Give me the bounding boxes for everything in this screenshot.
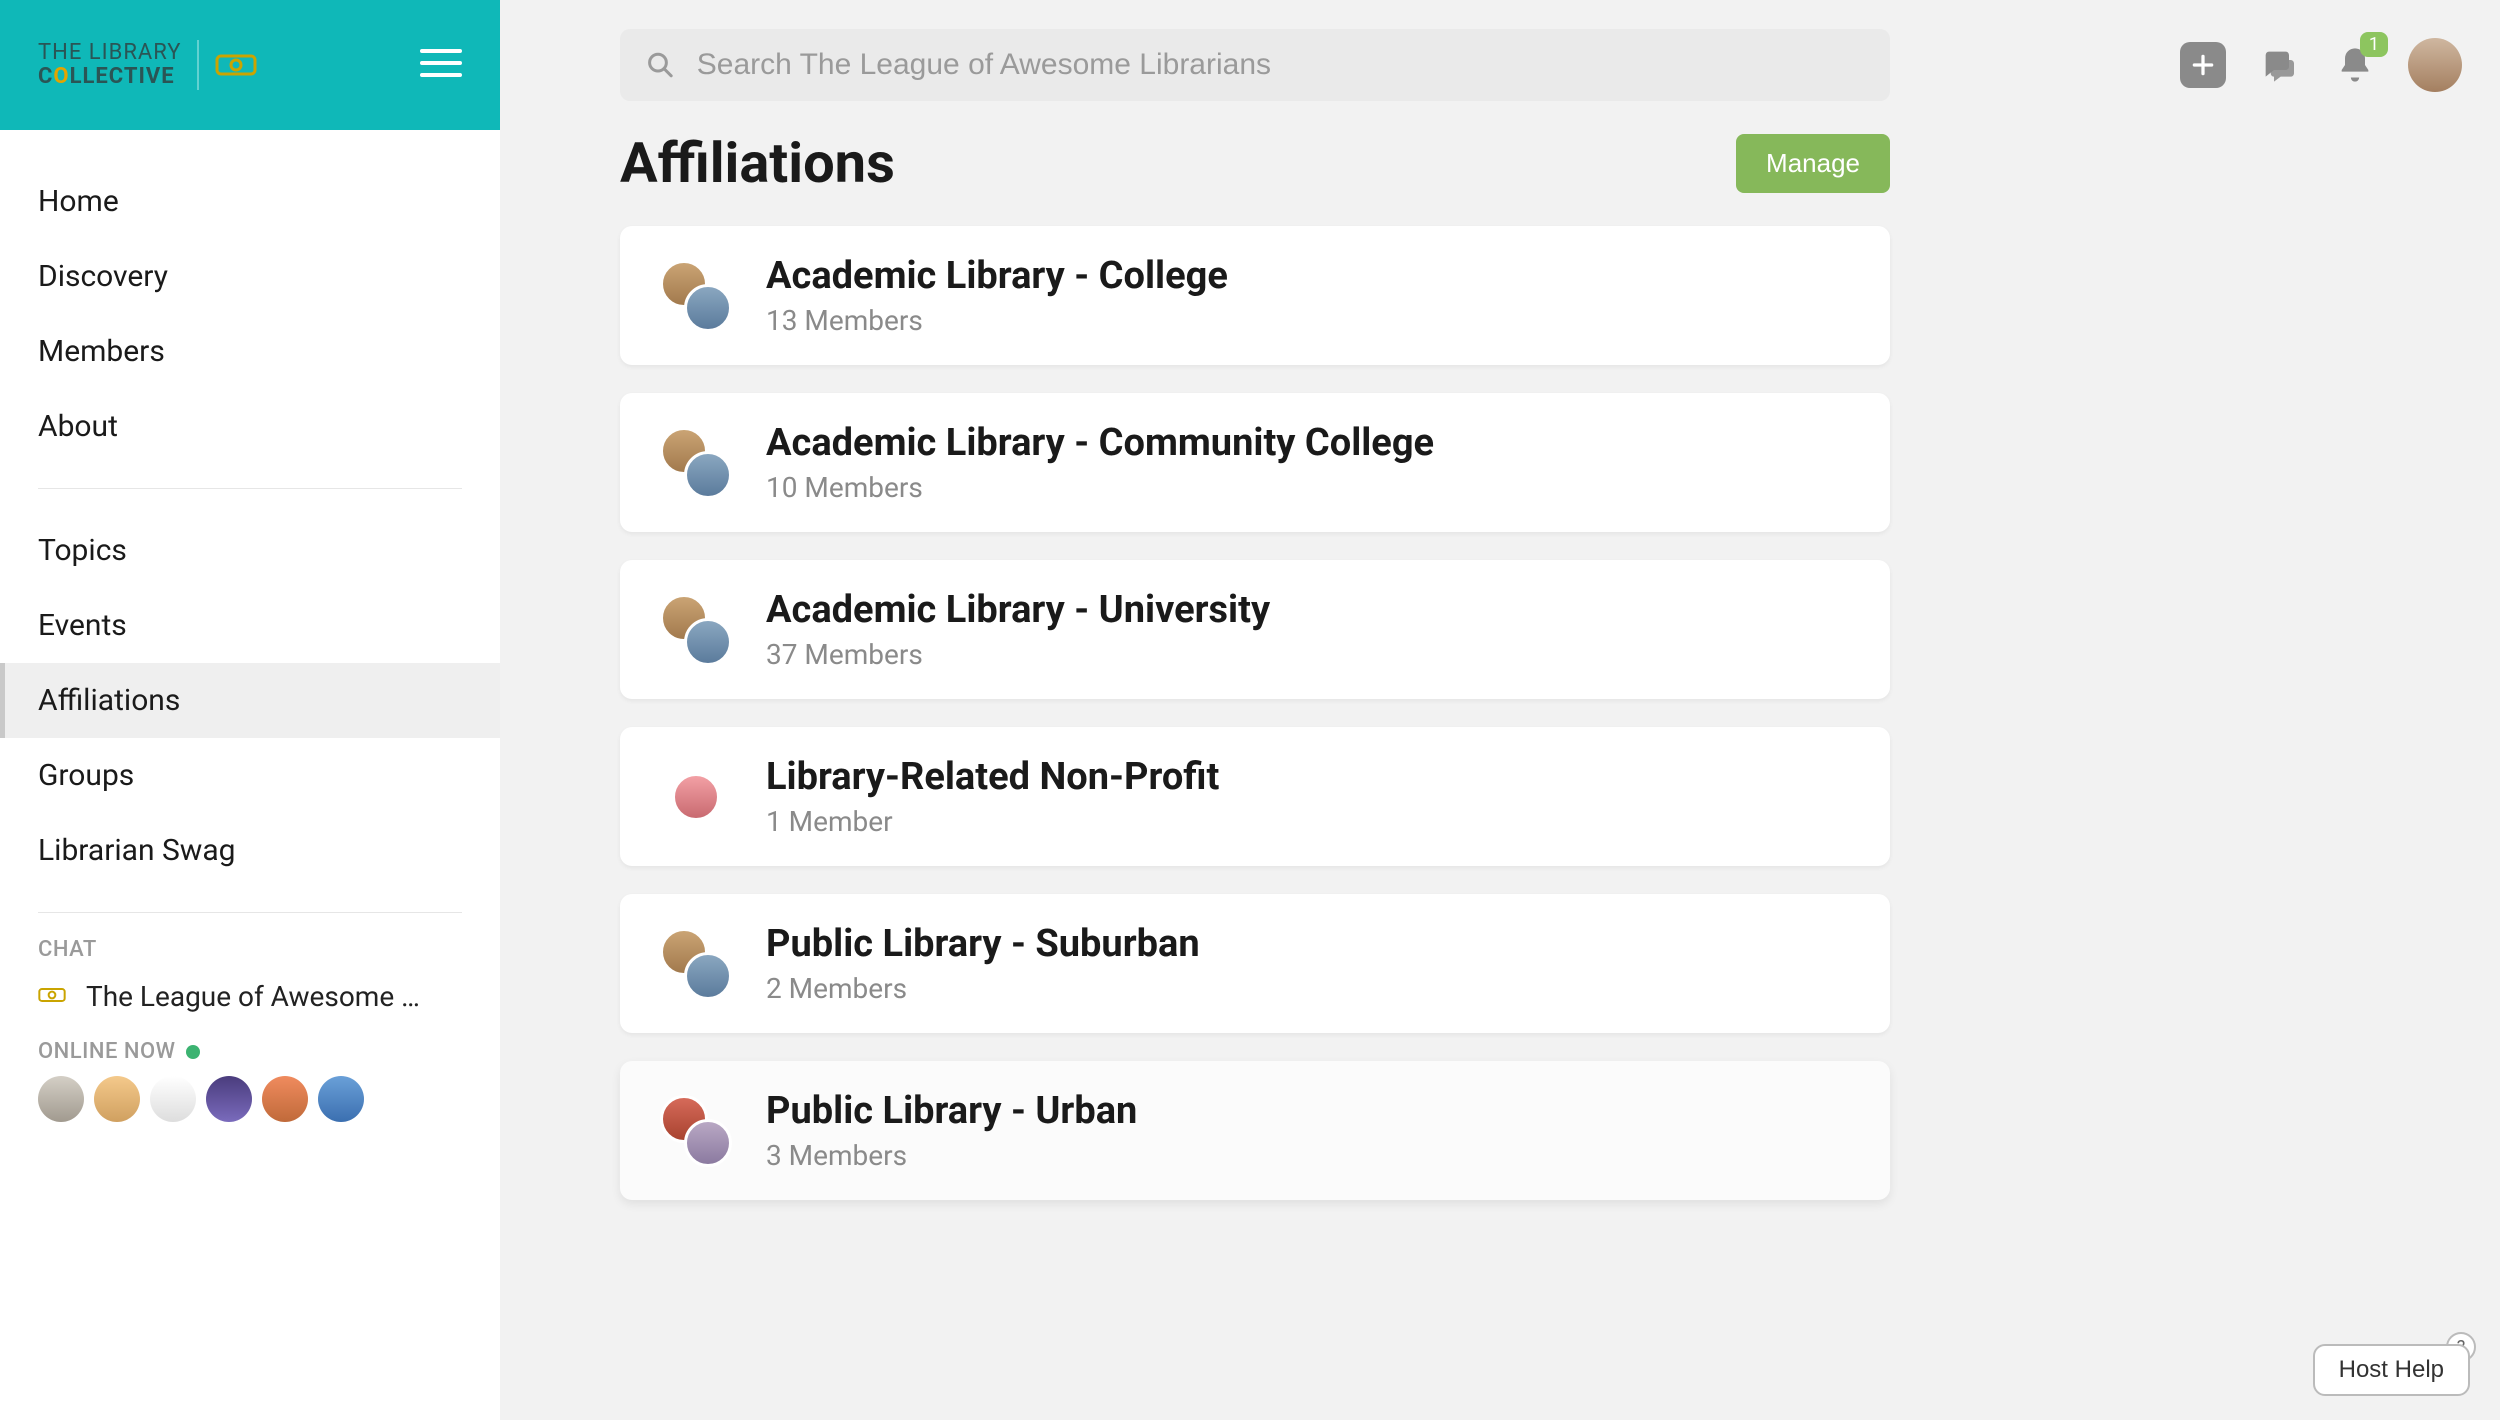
online-heading: ONLINE NOW — [38, 1039, 462, 1064]
notification-count-badge: 1 — [2360, 32, 2388, 57]
affiliation-card[interactable]: Public Library - Suburban 2 Members — [620, 894, 1890, 1033]
chat-channel-label: The League of Awesome … — [86, 980, 420, 1013]
card-avatars — [660, 594, 732, 666]
avatar[interactable] — [38, 1076, 84, 1122]
affiliation-name: Public Library - Urban — [766, 1089, 1137, 1133]
affiliation-name: Public Library - Suburban — [766, 922, 1200, 966]
nav-home[interactable]: Home — [0, 164, 500, 239]
affiliation-members: 3 Members — [766, 1139, 1137, 1172]
card-avatars — [660, 928, 732, 1000]
nav-affiliations[interactable]: Affiliations — [0, 663, 500, 738]
search-icon — [646, 50, 675, 80]
affiliation-name: Academic Library - College — [766, 254, 1228, 298]
affiliation-card[interactable]: Academic Library - College 13 Members — [620, 226, 1890, 365]
notifications-button[interactable]: 1 — [2332, 42, 2378, 88]
topbar: 1 — [500, 0, 2500, 130]
avatar[interactable] — [262, 1076, 308, 1122]
nav-librarian-swag[interactable]: Librarian Swag — [0, 813, 500, 888]
topbar-icons: 1 — [2180, 38, 2462, 92]
page-title: Affiliations — [620, 130, 895, 196]
logo-text: THE LIBRARY COLLECTIVE — [38, 41, 181, 89]
online-avatars — [38, 1076, 462, 1122]
messages-button[interactable] — [2256, 42, 2302, 88]
chat-icon — [2259, 45, 2299, 85]
affiliation-members: 1 Member — [766, 805, 1219, 838]
logo-badge-icon — [215, 50, 257, 80]
menu-toggle-icon[interactable] — [420, 47, 462, 83]
user-avatar[interactable] — [2408, 38, 2462, 92]
host-help-button[interactable]: Host Help — [2313, 1344, 2470, 1396]
chat-section: CHAT The League of Awesome … ONLINE NOW — [0, 937, 500, 1122]
avatar[interactable] — [318, 1076, 364, 1122]
card-avatars — [660, 1095, 732, 1167]
nav-groups[interactable]: Groups — [0, 738, 500, 813]
search-input[interactable] — [697, 48, 1864, 82]
affiliation-card[interactable]: Public Library - Urban 3 Members — [620, 1061, 1890, 1200]
chat-channel-icon — [38, 982, 66, 1012]
plus-icon — [2190, 52, 2216, 78]
search-box[interactable] — [620, 29, 1890, 101]
affiliation-list: Academic Library - College 13 Members Ac… — [620, 226, 1890, 1200]
nav-separator — [38, 488, 462, 489]
affiliation-name: Academic Library - University — [766, 588, 1270, 632]
affiliation-members: 13 Members — [766, 304, 1228, 337]
nav-separator — [38, 912, 462, 913]
chat-heading: CHAT — [38, 937, 462, 962]
add-button[interactable] — [2180, 42, 2226, 88]
affiliation-card[interactable]: Library-Related Non-Profit 1 Member — [620, 727, 1890, 866]
chat-channel[interactable]: The League of Awesome … — [38, 980, 462, 1013]
page-header: Affiliations Manage — [620, 130, 1890, 196]
affiliation-members: 2 Members — [766, 972, 1200, 1005]
logo-divider — [197, 40, 199, 90]
logo[interactable]: THE LIBRARY COLLECTIVE — [38, 40, 257, 90]
card-avatars — [660, 260, 732, 332]
content: Affiliations Manage Academic Library - C… — [500, 130, 2500, 1240]
avatar[interactable] — [150, 1076, 196, 1122]
main: 1 Affiliations Manage Academic Library -… — [500, 0, 2500, 1420]
manage-button[interactable]: Manage — [1736, 134, 1890, 193]
card-avatars — [660, 761, 732, 833]
nav-events[interactable]: Events — [0, 588, 500, 663]
nav-topics[interactable]: Topics — [0, 513, 500, 588]
affiliation-members: 10 Members — [766, 471, 1434, 504]
affiliation-card[interactable]: Academic Library - University 37 Members — [620, 560, 1890, 699]
primary-nav: Home Discovery Members About Topics Even… — [0, 130, 500, 937]
card-avatars — [660, 427, 732, 499]
nav-discovery[interactable]: Discovery — [0, 239, 500, 314]
sidebar: THE LIBRARY COLLECTIVE Home Discovery Me… — [0, 0, 500, 1420]
affiliation-name: Library-Related Non-Profit — [766, 755, 1219, 799]
online-indicator-icon — [186, 1045, 200, 1059]
sidebar-header: THE LIBRARY COLLECTIVE — [0, 0, 500, 130]
nav-about[interactable]: About — [0, 389, 500, 464]
nav-members[interactable]: Members — [0, 314, 500, 389]
affiliation-card[interactable]: Academic Library - Community College 10 … — [620, 393, 1890, 532]
avatar[interactable] — [206, 1076, 252, 1122]
affiliation-name: Academic Library - Community College — [766, 421, 1434, 465]
avatar[interactable] — [94, 1076, 140, 1122]
affiliation-members: 37 Members — [766, 638, 1270, 671]
